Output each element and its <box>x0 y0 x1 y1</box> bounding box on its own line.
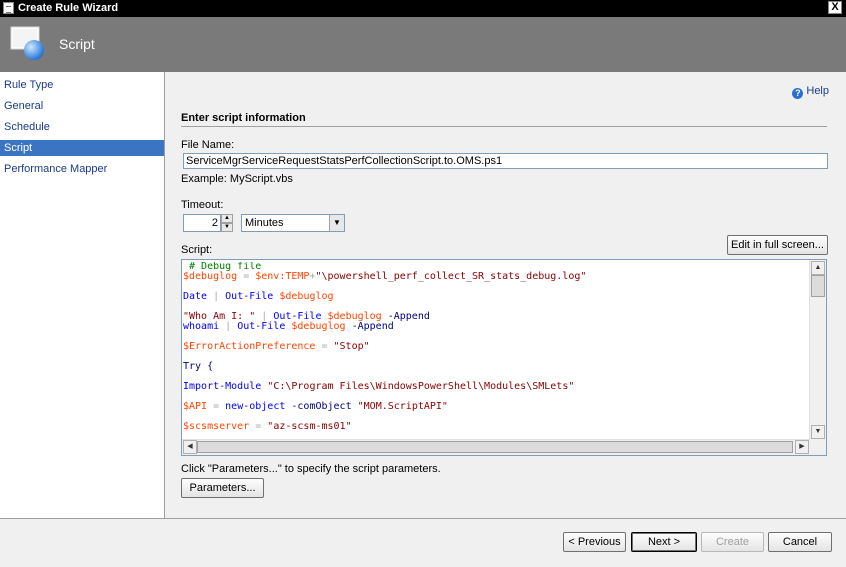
cancel-button[interactable]: Cancel <box>768 532 832 552</box>
code-line: $API = new-object -comObject "MOM.Script… <box>183 402 809 412</box>
code-line: Import-Module "C:\Program Files\WindowsP… <box>183 382 809 392</box>
horizontal-scrollbar[interactable]: ◀ ▶ <box>182 439 810 455</box>
code-token: Import-Module <box>183 381 262 392</box>
sidebar-item-schedule[interactable]: Schedule <box>0 119 164 135</box>
code-token: -comObject <box>285 401 352 412</box>
code-token: "MOM.ScriptAPI" <box>357 401 448 412</box>
sidebar-item-performance-mapper[interactable]: Performance Mapper <box>0 161 164 177</box>
wizard-monitor-icon <box>10 26 44 60</box>
code-token: = <box>237 271 256 282</box>
window-title: Create Rule Wizard <box>18 2 119 14</box>
horizontal-scroll-thumb[interactable] <box>197 441 793 453</box>
code-token: $debuglog <box>291 321 346 332</box>
timeout-label: Timeout: <box>181 199 224 211</box>
file-name-input[interactable]: ServiceMgrServiceRequestStatsPerfCollect… <box>183 153 828 169</box>
code-token: "Stop" <box>333 341 370 352</box>
scroll-up-icon[interactable]: ▲ <box>811 261 825 275</box>
parameters-button[interactable]: Parameters... <box>181 478 264 498</box>
code-token: = <box>249 421 268 432</box>
create-button[interactable]: Create <box>701 532 764 552</box>
code-token: Out-File <box>225 291 274 302</box>
code-token: new-object <box>225 401 286 412</box>
code-line: Date | Out-File $debuglog <box>183 292 809 302</box>
code-token: = <box>207 401 226 412</box>
code-token: "C:\Program Files\WindowsPowerShell\Modu… <box>267 381 575 392</box>
code-token: "\powershell_perf_collect_SR_stats_debug… <box>315 271 587 282</box>
sidebar-item-script[interactable]: Script <box>0 140 164 156</box>
timeout-stepper[interactable]: ▲ ▼ <box>221 214 233 232</box>
code-token: "az-scsm-ms01" <box>267 421 352 432</box>
scrollbar-corner <box>810 440 826 455</box>
wizard-page-title: Script <box>59 36 95 52</box>
code-line: whoami | Out-File $debuglog -Append <box>183 322 809 332</box>
spin-up-icon[interactable]: ▲ <box>221 214 233 223</box>
file-name-example: Example: MyScript.vbs <box>181 173 293 185</box>
code-token: $debuglog <box>183 271 238 282</box>
script-editor[interactable]: # Debug file $debuglog = $env:TEMP+"\powe… <box>181 259 827 456</box>
edit-full-screen-button[interactable]: Edit in full screen... <box>727 235 828 255</box>
code-token: | <box>207 291 226 302</box>
code-token: $debuglog <box>279 291 334 302</box>
wizard-steps-sidebar: Rule Type General Schedule Script Perfor… <box>0 72 165 518</box>
section-divider <box>181 126 827 127</box>
scroll-down-icon[interactable]: ▼ <box>811 425 825 439</box>
help-icon: ? <box>792 88 804 99</box>
code-token: | <box>219 321 238 332</box>
next-button[interactable]: Next > <box>631 532 697 552</box>
code-token: $ErrorActionPreference <box>183 341 316 352</box>
scroll-left-icon[interactable]: ◀ <box>183 440 197 454</box>
code-line: Try { <box>183 362 809 372</box>
timeout-unit-value: Minutes <box>245 217 284 229</box>
parameters-hint: Click "Parameters..." to specify the scr… <box>181 463 441 475</box>
close-button[interactable]: X <box>828 1 842 14</box>
app-icon <box>3 2 14 14</box>
vertical-scrollbar[interactable]: ▲ ▼ <box>809 260 826 440</box>
scroll-right-icon[interactable]: ▶ <box>795 440 809 454</box>
code-token: -Append <box>345 321 394 332</box>
code-line: $scsmserver = "az-scsm-ms01" <box>183 422 809 432</box>
sidebar-item-rule-type[interactable]: Rule Type <box>0 77 164 93</box>
code-line: $ErrorActionPreference = "Stop" <box>183 342 809 352</box>
code-token: $scsmserver <box>183 421 250 432</box>
file-name-label: File Name: <box>181 139 235 151</box>
wizard-content: ? Help Enter script information File Name… <box>165 72 846 518</box>
chevron-down-icon[interactable]: ▼ <box>329 215 344 231</box>
previous-button[interactable]: < Previous <box>563 532 626 552</box>
code-token: Date <box>183 291 208 302</box>
script-code[interactable]: # Debug file $debuglog = $env:TEMP+"\powe… <box>183 262 809 442</box>
help-link[interactable]: ? Help <box>792 85 829 99</box>
wizard-footer: < Previous Next > Create Cancel <box>0 518 846 567</box>
code-token: = <box>315 341 334 352</box>
code-token: whoami <box>183 321 220 332</box>
code-line: $debuglog = $env:TEMP+"\powershell_perf_… <box>183 272 809 282</box>
timeout-unit-select[interactable]: Minutes ▼ <box>241 214 345 232</box>
code-token: Out-File <box>237 321 286 332</box>
code-token: $API <box>183 401 208 412</box>
sidebar-item-general[interactable]: General <box>0 98 164 114</box>
section-title: Enter script information <box>181 112 306 124</box>
help-label: Help <box>806 85 829 97</box>
code-token: Try { <box>183 361 214 372</box>
spin-down-icon[interactable]: ▼ <box>221 223 233 232</box>
vertical-scroll-thumb[interactable] <box>811 275 825 297</box>
wizard-header: Script <box>0 17 846 72</box>
timeout-value-input[interactable]: 2 <box>183 214 221 232</box>
code-token: $env:TEMP <box>255 271 310 282</box>
title-bar: Create Rule Wizard X <box>0 0 846 17</box>
script-label: Script: <box>181 244 213 256</box>
